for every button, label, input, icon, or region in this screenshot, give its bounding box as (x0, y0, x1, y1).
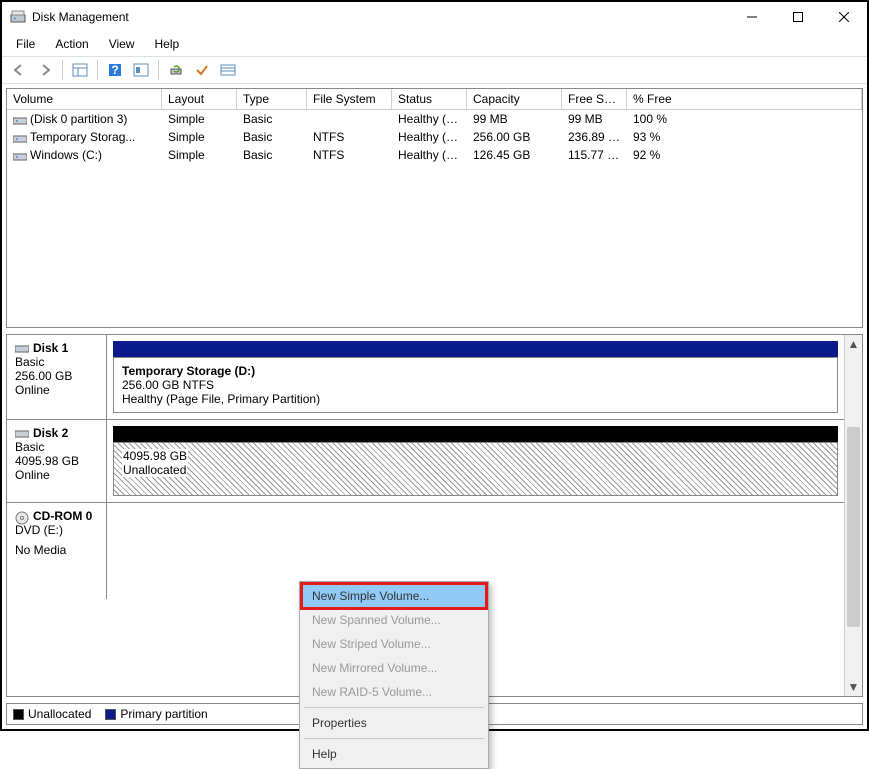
volume-icon (13, 115, 27, 125)
titlebar: Disk Management (2, 2, 867, 32)
separator (62, 60, 63, 80)
volume-box[interactable]: Temporary Storage (D:) 256.00 GB NTFS He… (113, 357, 838, 413)
disk-info[interactable]: CD-ROM 0 DVD (E:) No Media (7, 503, 107, 599)
refresh-icon[interactable] (165, 59, 187, 81)
settings-icon[interactable] (130, 59, 152, 81)
minimize-button[interactable] (729, 2, 775, 32)
menubar: File Action View Help (2, 32, 867, 56)
menu-help[interactable]: Help (147, 34, 188, 54)
cdrom-icon (15, 511, 29, 521)
forward-button[interactable] (34, 59, 56, 81)
separator (158, 60, 159, 80)
separator (304, 707, 484, 708)
col-capacity[interactable]: Capacity (467, 89, 562, 109)
volume-rows: (Disk 0 partition 3) Simple Basic Health… (7, 110, 862, 164)
menu-new-mirrored-volume: New Mirrored Volume... (302, 656, 486, 680)
menu-action[interactable]: Action (47, 34, 96, 54)
disk-info[interactable]: Disk 2 Basic 4095.98 GB Online (7, 420, 107, 502)
legend-unallocated: Unallocated (13, 707, 91, 721)
disk-icon (15, 343, 29, 353)
col-volume[interactable]: Volume (7, 89, 162, 109)
legend-primary: Primary partition (105, 707, 207, 721)
help-icon[interactable]: ? (104, 59, 126, 81)
disk-info[interactable]: Disk 1 Basic 256.00 GB Online (7, 335, 107, 419)
app-icon (10, 9, 26, 25)
menu-help[interactable]: Help (302, 742, 486, 766)
scrollbar[interactable]: ▲ ▼ (844, 335, 862, 696)
menu-new-spanned-volume: New Spanned Volume... (302, 608, 486, 632)
separator (304, 738, 484, 739)
toolbar: ? (2, 56, 867, 84)
apply-icon[interactable] (191, 59, 213, 81)
disk-icon (15, 428, 29, 438)
menu-view[interactable]: View (101, 34, 143, 54)
separator (97, 60, 98, 80)
menu-new-simple-volume[interactable]: New Simple Volume... (302, 584, 486, 608)
volume-icon (13, 151, 27, 161)
menu-new-striped-volume: New Striped Volume... (302, 632, 486, 656)
maximize-button[interactable] (775, 2, 821, 32)
col-layout[interactable]: Layout (162, 89, 237, 109)
col-filesystem[interactable]: File System (307, 89, 392, 109)
table-row[interactable]: Temporary Storag... Simple Basic NTFS He… (7, 128, 862, 146)
col-pct-free[interactable]: % Free (627, 89, 862, 109)
scroll-down-icon[interactable]: ▼ (845, 678, 862, 696)
back-button[interactable] (8, 59, 30, 81)
volume-bar (113, 426, 838, 442)
col-status[interactable]: Status (392, 89, 467, 109)
volume-icon (13, 133, 27, 143)
unallocated-box[interactable]: 4095.98 GB Unallocated (113, 442, 838, 496)
volume-list: Volume Layout Type File System Status Ca… (6, 88, 863, 328)
menu-file[interactable]: File (8, 34, 43, 54)
menu-properties[interactable]: Properties (302, 711, 486, 735)
window-title: Disk Management (32, 10, 729, 24)
disk-management-window: Disk Management File Action View Help ? … (0, 0, 869, 731)
list-view-icon[interactable] (217, 59, 239, 81)
view-options-icon[interactable] (69, 59, 91, 81)
close-button[interactable] (821, 2, 867, 32)
table-row[interactable]: Windows (C:) Simple Basic NTFS Healthy (… (7, 146, 862, 164)
disk-row: Disk 2 Basic 4095.98 GB Online 4095.98 G… (7, 420, 844, 503)
table-row[interactable]: (Disk 0 partition 3) Simple Basic Health… (7, 110, 862, 128)
scroll-thumb[interactable] (847, 427, 860, 627)
svg-text:?: ? (111, 63, 118, 77)
menu-new-raid5-volume: New RAID-5 Volume... (302, 680, 486, 704)
col-free-space[interactable]: Free Spa... (562, 89, 627, 109)
col-type[interactable]: Type (237, 89, 307, 109)
scroll-up-icon[interactable]: ▲ (845, 335, 862, 353)
disk-row: Disk 1 Basic 256.00 GB Online Temporary … (7, 335, 844, 420)
context-menu: New Simple Volume... New Spanned Volume.… (299, 581, 489, 769)
column-headers: Volume Layout Type File System Status Ca… (7, 89, 862, 110)
volume-bar (113, 341, 838, 357)
